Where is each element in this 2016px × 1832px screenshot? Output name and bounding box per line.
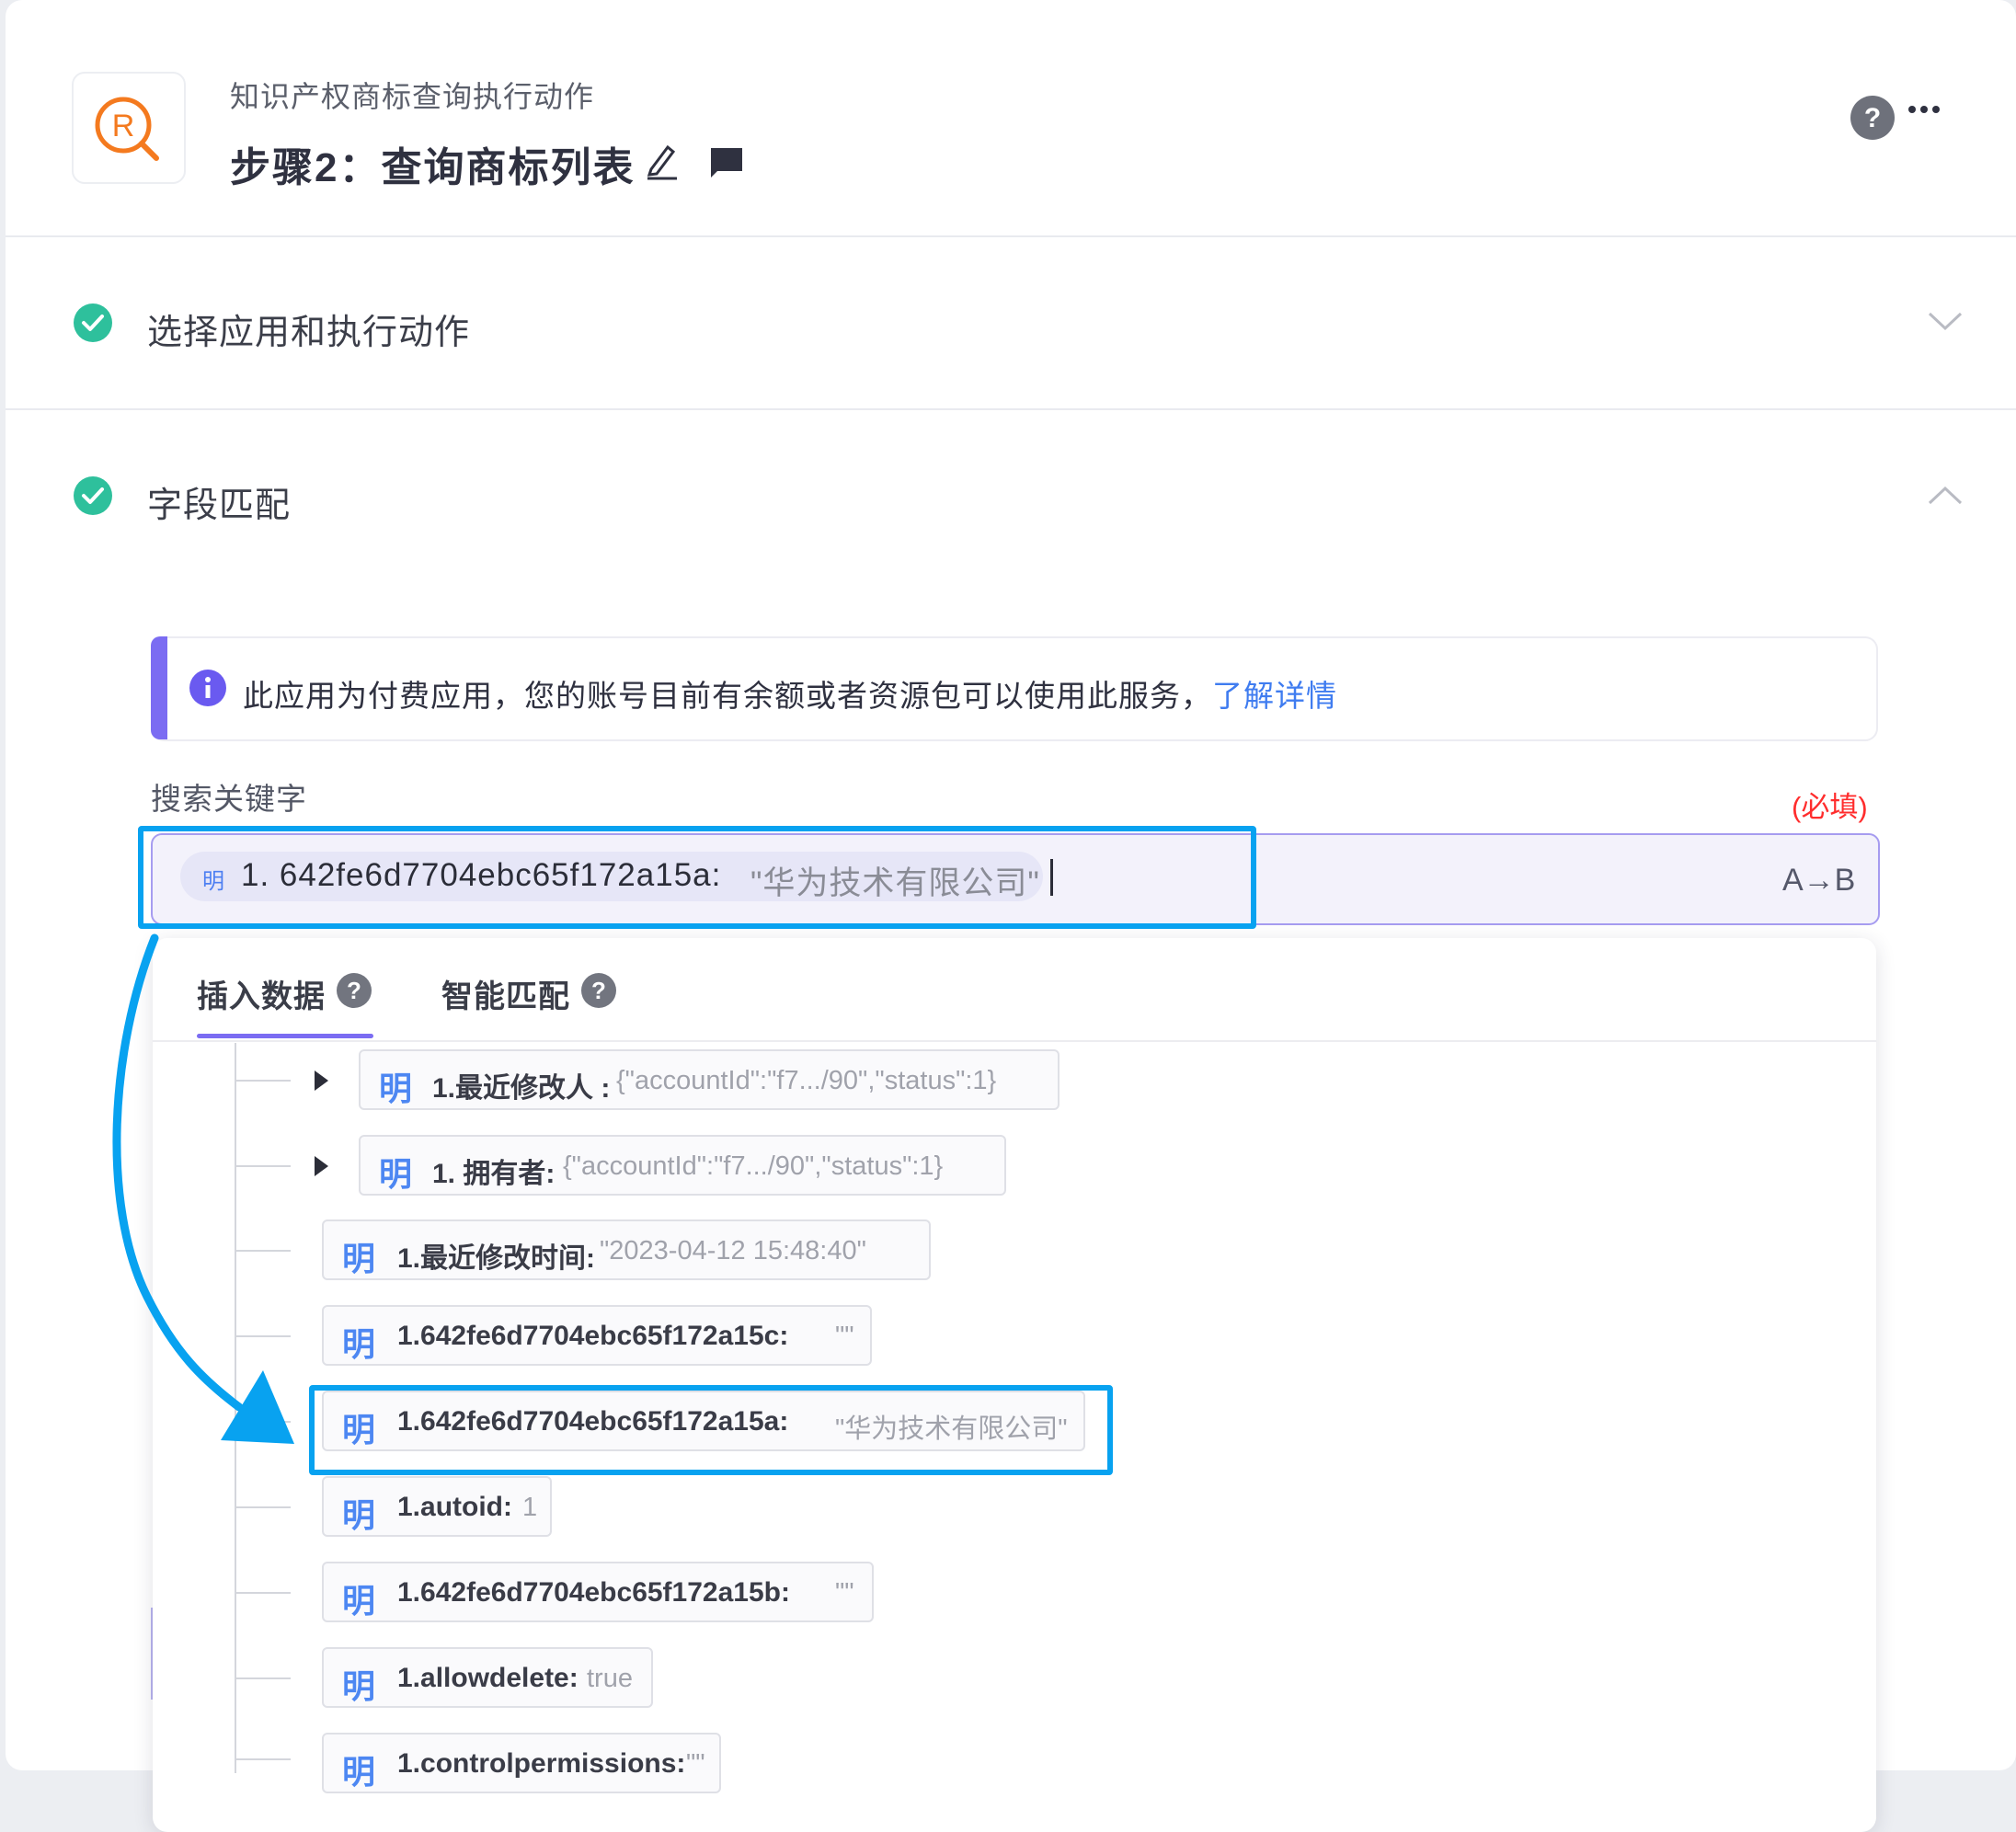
tree-item-key: 1. 拥有者: <box>432 1159 556 1189</box>
learn-more-link[interactable]: 了解详情 <box>1212 679 1337 713</box>
text-type-icon: 明 <box>379 1155 413 1193</box>
text-type-icon: 明 <box>342 1325 376 1363</box>
tree-item-key: 1.最近修改时间: <box>397 1243 596 1274</box>
tabs-divider <box>153 1040 1876 1042</box>
tree-item-value: 1 <box>522 1493 538 1522</box>
check-circle-icon <box>74 303 112 342</box>
tree-item-key: 1.controlpermissions: <box>397 1748 686 1779</box>
tree-item-value: "" <box>686 1749 705 1779</box>
svg-text:R: R <box>112 109 135 143</box>
info-message: 此应用为付费应用，您的账号目前有余额或者资源包可以使用此服务， <box>243 679 1212 713</box>
tree-branch <box>235 1592 291 1594</box>
text-type-icon: 明 <box>342 1582 376 1620</box>
text-type-icon: 明 <box>342 1240 376 1277</box>
tree-item-key: 1.allowdelete: <box>397 1663 578 1693</box>
app-logo: R <box>72 72 186 184</box>
annotation-arrow-icon <box>112 933 294 1444</box>
tree-item-key: 1.最近修改人 : <box>432 1073 611 1104</box>
header-divider <box>6 235 2016 237</box>
tree-item-value: "" <box>835 1578 854 1608</box>
tree-item-value: {"accountId":"f7.../90","status":1} <box>616 1066 997 1095</box>
section-divider <box>6 408 2016 410</box>
comment-icon[interactable] <box>708 145 745 180</box>
more-options-icon[interactable] <box>1907 103 1941 116</box>
text-type-icon: 明 <box>342 1496 376 1534</box>
required-marker: (必填) <box>1792 791 1868 823</box>
help-icon[interactable]: ? <box>1850 96 1895 140</box>
tree-item-value: {"accountId":"f7.../90","status":1} <box>563 1151 944 1181</box>
tree-item-key: 1.642fe6d7704ebc65f172a15b: <box>397 1577 790 1608</box>
tree-branch <box>235 1506 291 1508</box>
text-type-icon: 明 <box>342 1753 376 1791</box>
tree-item-key: 1.642fe6d7704ebc65f172a15c: <box>397 1321 789 1351</box>
info-banner-accent <box>151 636 167 739</box>
text-type-icon: 明 <box>342 1667 376 1705</box>
trademark-search-logo-icon: R <box>95 97 159 161</box>
tree-item-value: true <box>587 1664 633 1693</box>
tree-item-key: 1.autoid: <box>397 1492 512 1522</box>
chevron-up-icon[interactable] <box>1928 486 1963 506</box>
check-circle-icon <box>74 476 112 515</box>
tree-item-value: "2023-04-12 15:48:40" <box>600 1236 866 1265</box>
step-title: 步骤2：查询商标列表 <box>230 145 636 190</box>
chevron-down-icon[interactable] <box>1928 311 1963 331</box>
edit-icon[interactable] <box>644 140 681 180</box>
tree-branch <box>235 1758 291 1760</box>
info-text: 此应用为付费应用，您的账号目前有余额或者资源包可以使用此服务，了解详情 <box>243 671 1337 716</box>
tree-branch <box>235 1677 291 1679</box>
text-type-icon: 明 <box>379 1070 413 1107</box>
highlight-box <box>138 826 1256 929</box>
highlight-box <box>309 1385 1113 1475</box>
transform-icon[interactable]: A→B <box>1782 863 1855 899</box>
svg-text:?: ? <box>1864 103 1881 133</box>
help-icon[interactable]: ? <box>337 973 372 1008</box>
section-field-mapping[interactable]: 字段匹配 <box>147 476 291 527</box>
search-keyword-label: 搜索关键字 <box>151 782 307 816</box>
info-icon <box>189 670 226 706</box>
section-select-app[interactable]: 选择应用和执行动作 <box>147 303 470 354</box>
help-icon[interactable]: ? <box>581 973 616 1008</box>
tree-item-value: "" <box>835 1322 854 1351</box>
app-name: 知识产权商标查询执行动作 <box>230 80 595 113</box>
tab-smart-match[interactable]: 智能匹配 <box>441 971 570 1016</box>
